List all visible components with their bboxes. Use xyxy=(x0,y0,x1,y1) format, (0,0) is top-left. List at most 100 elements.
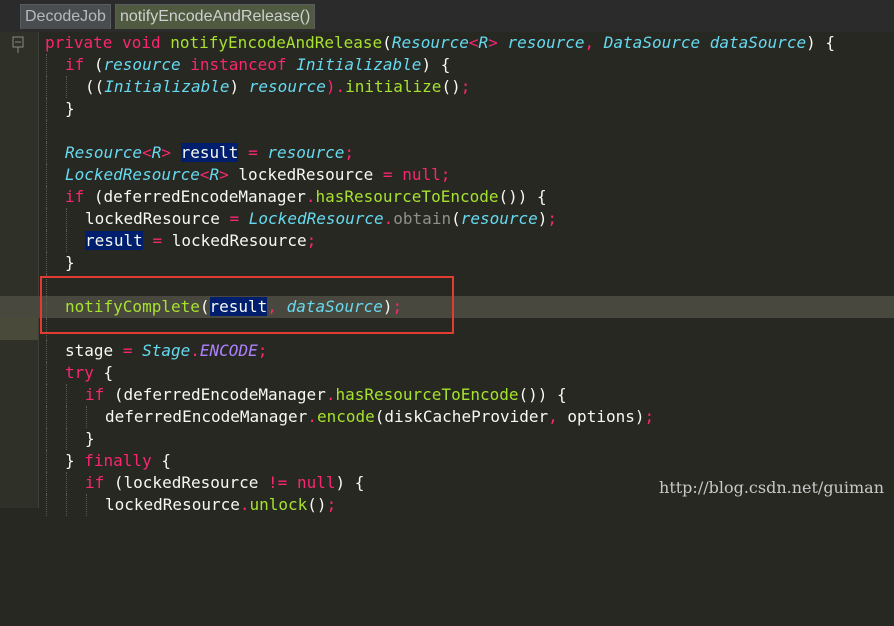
code-line-16[interactable]: try { xyxy=(0,362,894,384)
type-name: Resource xyxy=(391,33,469,52)
type-name: LockedResource xyxy=(65,165,200,184)
indent-guide xyxy=(46,120,47,142)
code-line-17[interactable]: if (deferredEncodeManager.hasResourceToE… xyxy=(0,384,894,406)
indent-guide xyxy=(86,406,87,428)
code-line-9[interactable]: lockedResource = LockedResource.obtain(r… xyxy=(0,208,894,230)
punct: . xyxy=(307,407,317,426)
indent-guide xyxy=(46,340,47,362)
operator: = xyxy=(229,209,240,228)
param: resource xyxy=(507,33,585,52)
annotation-box xyxy=(40,276,454,334)
punct: ; xyxy=(344,143,355,162)
breadcrumb-class[interactable]: DecodeJob xyxy=(20,3,111,29)
highlighted-variable: result xyxy=(180,143,239,162)
variable: lockedResource xyxy=(123,473,259,492)
code-line-10[interactable]: result = lockedResource; xyxy=(0,230,894,252)
method-call: unlock xyxy=(249,495,308,514)
punct: , xyxy=(548,407,558,426)
code-line-3[interactable]: ((Initializable) resource).initialize(); xyxy=(0,76,894,98)
variable: lockedResource xyxy=(105,495,240,514)
punct: ; xyxy=(306,231,317,250)
keyword: if xyxy=(65,187,85,206)
punct: . xyxy=(190,341,200,360)
variable: options xyxy=(567,407,635,426)
variable: stage xyxy=(65,341,114,360)
punct: ()) { xyxy=(518,385,567,404)
code-line-18[interactable]: deferredEncodeManager.encode(diskCachePr… xyxy=(0,406,894,428)
breadcrumb-method[interactable]: notifyEncodeAndRelease() xyxy=(114,3,316,29)
punct: > xyxy=(488,33,498,52)
punct: () xyxy=(307,495,327,514)
punct: ( xyxy=(382,33,392,52)
keyword: private xyxy=(45,33,113,52)
indent-guide xyxy=(46,98,47,120)
indent-guide xyxy=(66,428,67,450)
breadcrumb: DecodeJob notifyEncodeAndRelease() xyxy=(0,0,894,32)
indent-guide xyxy=(46,362,47,384)
brace: } xyxy=(85,429,95,448)
punct: < xyxy=(468,33,479,52)
punct: ; xyxy=(326,495,337,514)
method-call: hasResourceToEncode xyxy=(335,385,519,404)
indent-guide xyxy=(66,494,67,516)
keyword: if xyxy=(85,473,105,492)
indent-guide xyxy=(46,164,47,186)
indent-guide xyxy=(46,494,47,516)
operator: = xyxy=(382,165,393,184)
punct: . xyxy=(383,209,394,228)
punct: , xyxy=(584,33,595,52)
code-line-11[interactable]: } xyxy=(0,252,894,274)
code-line-15[interactable]: stage = Stage.ENCODE; xyxy=(0,340,894,362)
indent-guide xyxy=(46,208,47,230)
punct: < xyxy=(199,165,210,184)
variable: deferredEncodeManager xyxy=(103,187,306,206)
indent-guide xyxy=(46,142,47,164)
method-name: notifyEncodeAndRelease xyxy=(170,33,383,52)
punct: () xyxy=(441,77,461,96)
operator: = xyxy=(122,341,133,360)
param: resource xyxy=(267,143,345,162)
keyword: void xyxy=(122,33,161,52)
operator: != xyxy=(268,473,288,492)
type-name: Resource xyxy=(65,143,143,162)
code-line-20[interactable]: } finally { xyxy=(0,450,894,472)
method-call: initialize xyxy=(345,77,442,96)
code-editor[interactable]: DecodeJob notifyEncodeAndRelease() priva… xyxy=(0,0,894,516)
code-line-7[interactable]: LockedResource<R> lockedResource = null; xyxy=(0,164,894,186)
indent-guide xyxy=(46,450,47,472)
punct: ) { xyxy=(335,473,365,492)
punct: ( xyxy=(104,473,124,492)
punct: (( xyxy=(85,77,105,96)
method-call: encode xyxy=(316,407,375,426)
keyword: if xyxy=(65,55,85,74)
enum-constant: ENCODE xyxy=(199,341,258,360)
punct: ( xyxy=(84,55,104,74)
indent-guide xyxy=(66,230,67,252)
code-line-6[interactable]: Resource<R> result = resource; xyxy=(0,142,894,164)
operator: = xyxy=(152,231,163,250)
code-line-4[interactable]: } xyxy=(0,98,894,120)
code-line-19[interactable]: } xyxy=(0,428,894,450)
variable: lockedResource xyxy=(171,231,307,250)
punct: > xyxy=(161,143,171,162)
variable: diskCacheProvider xyxy=(384,407,549,426)
code-line-5[interactable] xyxy=(0,120,894,142)
code-line-8[interactable]: if (deferredEncodeManager.hasResourceToE… xyxy=(0,186,894,208)
indent-guide xyxy=(66,384,67,406)
param: resource xyxy=(103,55,181,74)
type-name: DataSource xyxy=(603,33,701,52)
type-name: Initializable xyxy=(296,55,422,74)
operator: = xyxy=(248,143,258,162)
code-area[interactable]: private void notifyEncodeAndRelease(Reso… xyxy=(0,32,894,516)
punct: { xyxy=(93,363,114,382)
keyword: instanceof xyxy=(190,55,287,74)
code-line-22[interactable]: lockedResource.unlock(); xyxy=(0,494,894,516)
code-line-1[interactable]: private void notifyEncodeAndRelease(Reso… xyxy=(0,32,894,54)
punct: < xyxy=(142,143,152,162)
punct: ( xyxy=(451,209,461,228)
code-line-2[interactable]: if (resource instanceof Initializable) { xyxy=(0,54,894,76)
indent-guide xyxy=(66,208,67,230)
keyword: null xyxy=(296,473,336,492)
punct: > xyxy=(219,165,229,184)
method-call: hasResourceToEncode xyxy=(315,187,499,206)
